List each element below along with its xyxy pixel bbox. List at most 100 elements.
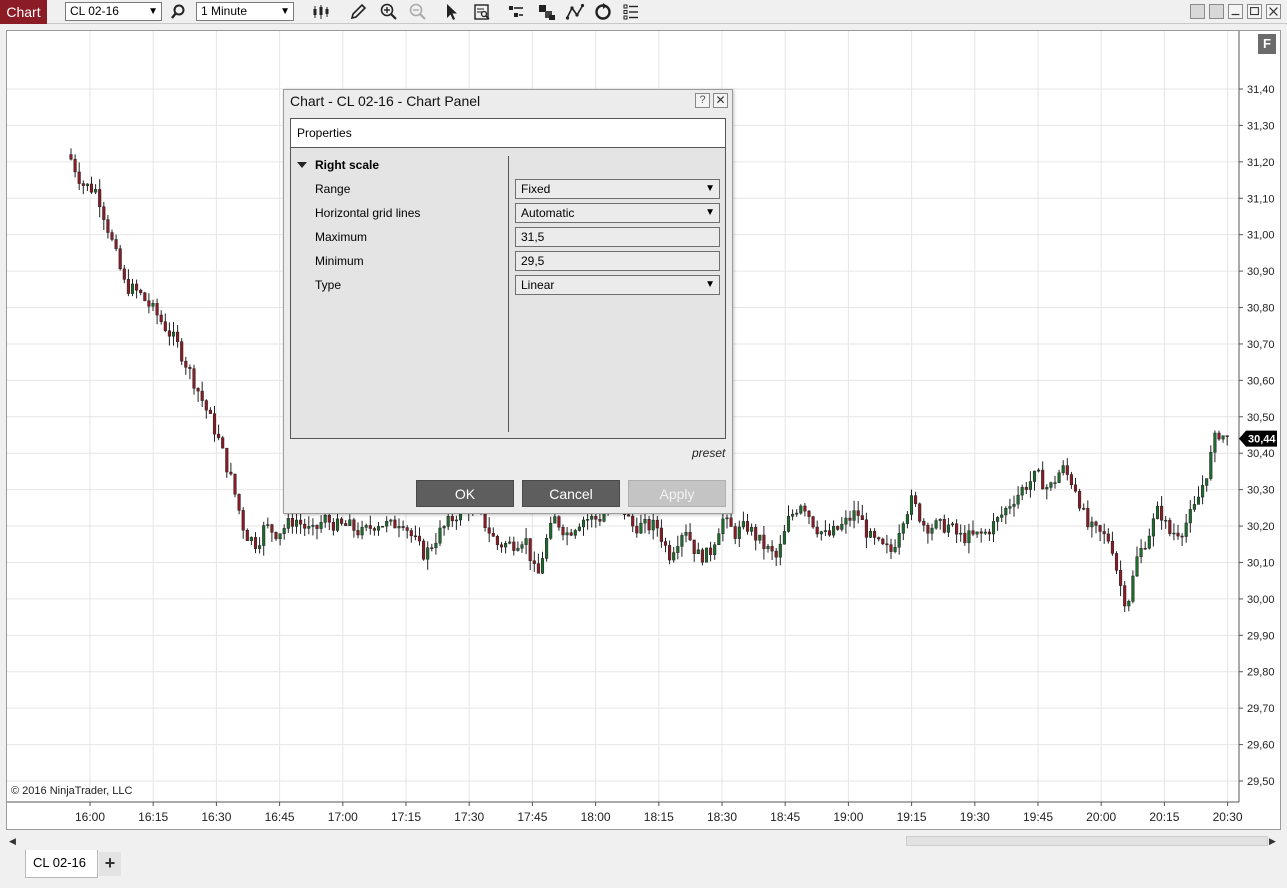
close-icon[interactable] <box>1266 4 1281 19</box>
maximize-icon[interactable] <box>1247 4 1262 19</box>
instrument-selector[interactable]: CL 02-16 ▼ <box>65 2 162 21</box>
tile-window-button[interactable] <box>1190 4 1205 19</box>
candle-body <box>1008 506 1012 509</box>
range-select[interactable]: Fixed ▼ <box>515 179 720 199</box>
candle-body <box>905 514 909 524</box>
horizontal-scrollbar[interactable]: ◀ ▶ <box>6 834 1281 848</box>
apply-button[interactable]: Apply <box>628 480 726 507</box>
section-right-scale[interactable]: Right scale <box>297 158 379 172</box>
x-tick-label: 19:30 <box>960 810 990 824</box>
refresh-icon[interactable] <box>593 2 613 22</box>
candle-body <box>171 331 176 337</box>
type-select[interactable]: Linear ▼ <box>515 275 720 295</box>
bar-style-icon[interactable] <box>311 2 331 22</box>
candle-body <box>815 526 819 535</box>
candle-body <box>758 534 762 541</box>
candle-body <box>376 526 381 531</box>
candle-body <box>803 505 807 512</box>
dialog-close-button[interactable]: ✕ <box>713 93 728 108</box>
column-divider[interactable] <box>508 156 509 432</box>
candle-body <box>274 532 278 540</box>
maximum-input[interactable]: 31,5 <box>515 227 720 247</box>
candle-body <box>352 519 356 531</box>
pointer-icon[interactable] <box>442 2 462 22</box>
candle-body <box>1188 509 1192 524</box>
minimize-icon[interactable] <box>1228 4 1243 19</box>
candle-body <box>393 519 397 529</box>
help-button[interactable]: ? <box>695 93 710 108</box>
minimum-input[interactable]: 29,5 <box>515 251 720 271</box>
candle-body <box>89 183 94 193</box>
candle-body <box>975 531 979 535</box>
candle-body <box>102 206 106 220</box>
prop-label-range: Range <box>315 182 351 196</box>
candle-body <box>868 530 873 538</box>
scroll-left-icon[interactable]: ◀ <box>9 834 16 848</box>
tab-cl-02-16[interactable]: CL 02-16 <box>25 850 98 878</box>
last-price-marker: 30,44 <box>1239 430 1277 447</box>
interval-selector[interactable]: 1 Minute ▼ <box>196 2 294 21</box>
y-tick-label: 30,50 <box>1247 412 1275 424</box>
candle-body <box>454 519 458 522</box>
y-tick-label: 30,00 <box>1247 594 1275 606</box>
scrollbar-thumb[interactable] <box>906 836 1268 846</box>
candle-body <box>1045 487 1049 490</box>
y-tick-label: 30,30 <box>1247 485 1275 497</box>
strategies-icon[interactable] <box>506 2 526 22</box>
candle-body <box>1147 535 1151 549</box>
candle-body <box>348 519 352 526</box>
candle-body <box>1131 575 1135 602</box>
pencil-icon[interactable] <box>348 2 368 22</box>
add-tab-button[interactable]: + <box>99 852 121 876</box>
search-icon[interactable] <box>168 2 188 22</box>
candle-body <box>69 154 73 160</box>
ok-button[interactable]: OK <box>416 480 514 507</box>
candle-body <box>823 530 827 532</box>
grid-lines-select[interactable]: Automatic ▼ <box>515 203 720 223</box>
candle-body <box>745 521 750 532</box>
collapse-triangle-icon[interactable] <box>297 162 307 168</box>
candle-body <box>327 514 331 523</box>
candle-body <box>987 531 991 535</box>
app-label[interactable]: Chart <box>0 0 47 24</box>
candle-body <box>938 518 942 521</box>
candle-body <box>700 549 704 563</box>
candle-body <box>840 523 844 530</box>
data-box-icon[interactable] <box>472 2 492 22</box>
candle-body <box>1065 465 1069 475</box>
candle-body <box>217 433 221 438</box>
candle-body <box>184 360 188 368</box>
candle-body <box>528 538 532 562</box>
candle-body <box>389 519 393 522</box>
drawing-tools-icon[interactable] <box>565 2 585 22</box>
range-value: Fixed <box>521 182 551 196</box>
candle-body <box>504 543 508 548</box>
candle-body <box>499 544 504 548</box>
zoom-out-icon[interactable] <box>408 2 428 22</box>
f-button[interactable]: F <box>1258 34 1276 54</box>
candle-body <box>331 521 335 531</box>
scroll-right-icon[interactable]: ▶ <box>1269 834 1276 848</box>
candle-body <box>155 303 159 316</box>
candle-body <box>1180 535 1184 538</box>
indicators-icon[interactable] <box>537 2 557 22</box>
candle-body <box>1028 481 1032 490</box>
candle-body <box>163 321 167 331</box>
candle-body <box>848 517 852 521</box>
candle-body <box>729 517 733 527</box>
tile-window-button-2[interactable] <box>1209 4 1224 19</box>
candle-body <box>704 547 709 563</box>
candle-body <box>98 189 102 207</box>
zoom-in-icon[interactable] <box>379 2 399 22</box>
candle-body <box>659 527 663 542</box>
candle-body <box>864 519 868 538</box>
candle-body <box>631 515 635 527</box>
candle-body <box>1106 533 1110 542</box>
candle-body <box>1217 432 1221 440</box>
x-tick-label: 18:15 <box>644 810 674 824</box>
properties-list-icon[interactable] <box>621 2 641 22</box>
cancel-button[interactable]: Cancel <box>522 480 620 507</box>
candle-body <box>581 519 586 528</box>
preset-link[interactable]: preset <box>692 446 725 460</box>
candle-body <box>713 544 717 555</box>
